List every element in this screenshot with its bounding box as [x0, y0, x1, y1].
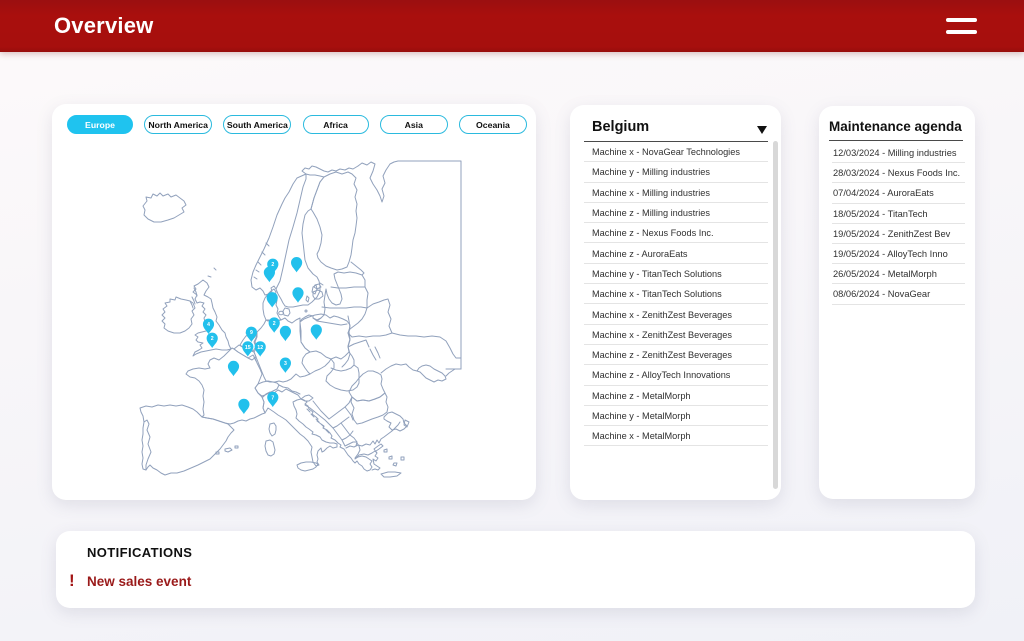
- svg-text:9: 9: [250, 330, 253, 336]
- svg-text:2: 2: [211, 336, 214, 342]
- svg-text:2: 2: [271, 262, 274, 268]
- svg-text:12: 12: [257, 345, 263, 351]
- svg-text:7: 7: [271, 395, 274, 401]
- svg-text:4: 4: [207, 322, 210, 328]
- svg-text:2: 2: [273, 321, 276, 327]
- svg-text:15: 15: [245, 345, 251, 351]
- svg-text:3: 3: [284, 361, 287, 367]
